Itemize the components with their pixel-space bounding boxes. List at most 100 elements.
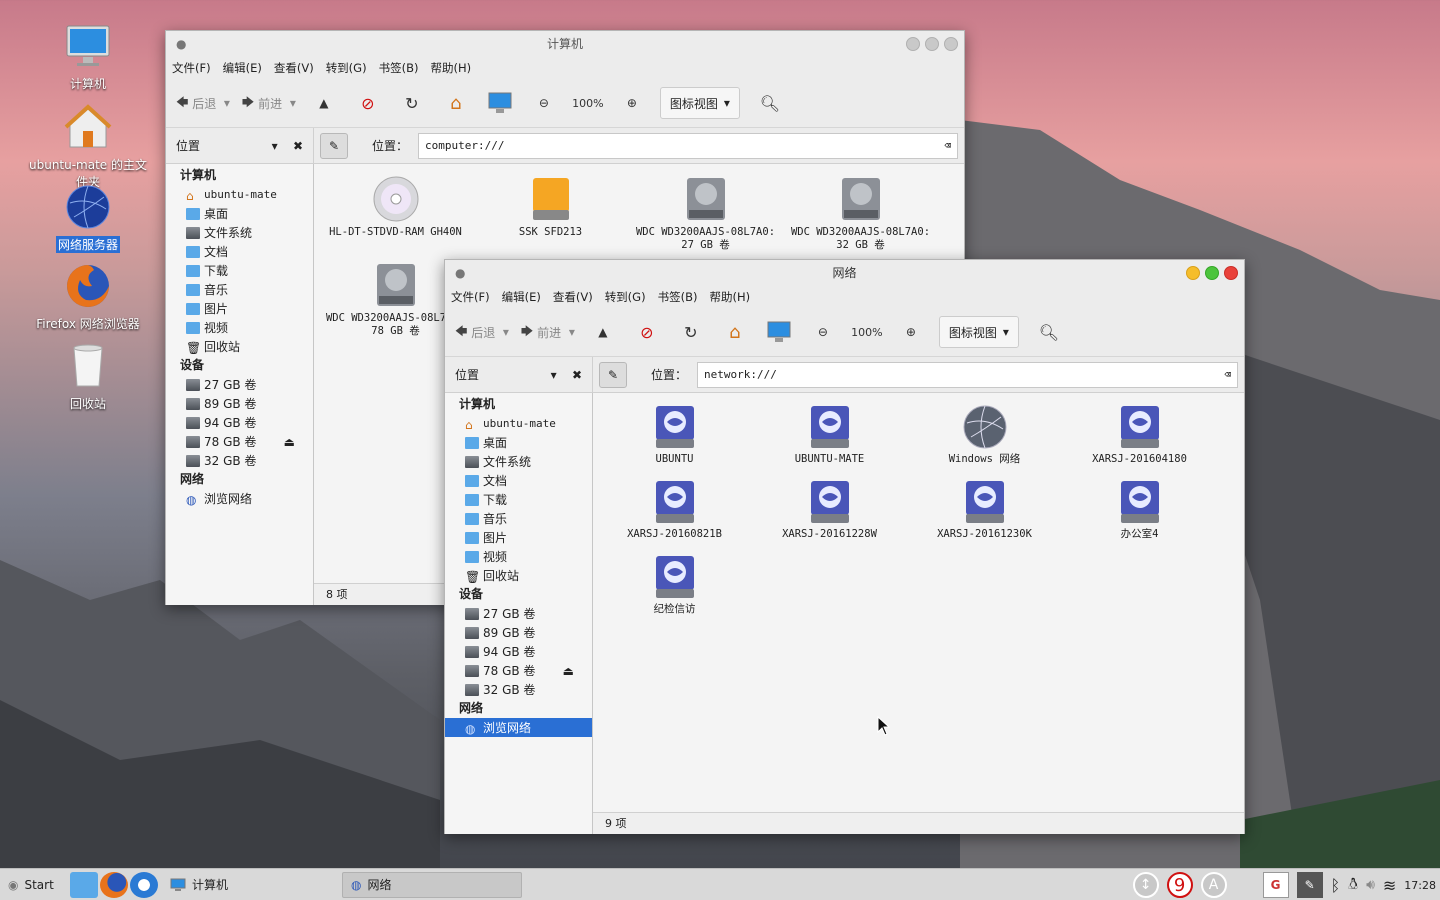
sidebar-item-desktop[interactable]: 桌面 [445, 433, 592, 452]
sidebar-item-videos[interactable]: 视频 [445, 547, 592, 566]
menu-view[interactable]: 查看(V) [553, 289, 593, 305]
sidebar-item-music[interactable]: 音乐 [166, 280, 313, 299]
view-mode-select[interactable]: 图标视图 ▾ [938, 316, 1019, 348]
file-item[interactable]: XARSJ-20160821B [597, 476, 752, 541]
toggle-location-edit-button[interactable]: ✎ [320, 132, 348, 159]
sidebar-item-device[interactable]: 27 GB 卷 [445, 604, 592, 623]
sidebar-item-browse-network[interactable]: ◍ 浏览网络 [445, 718, 592, 737]
zoom-in-button[interactable]: ⊕ [895, 316, 927, 348]
sidebar-item-downloads[interactable]: 下载 [166, 261, 313, 280]
location-input[interactable]: network:/// ⌫ [697, 361, 1238, 388]
file-item[interactable]: SSK SFD213 [473, 174, 628, 252]
eject-icon[interactable]: ⏏ [563, 664, 574, 678]
bluetooth-icon[interactable]: ᛒ [1331, 876, 1341, 895]
toggle-location-edit-button[interactable]: ✎ [599, 361, 627, 388]
file-item[interactable]: UBUNTU-MATE [752, 401, 907, 466]
sidebar-item-device[interactable]: 78 GB 卷 ⏏ [166, 432, 313, 451]
clear-icon[interactable]: ⌫ [1224, 368, 1231, 381]
menu-bookmarks[interactable]: 书签(B) [379, 60, 419, 76]
back-button[interactable]: 🡄 后退 ▾ [176, 87, 230, 119]
browser-launcher-icon[interactable] [130, 871, 158, 898]
chevron-down-icon[interactable]: ▾ [551, 368, 557, 382]
sidebar-item-pictures[interactable]: 图片 [166, 299, 313, 318]
sidebar-item-device[interactable]: 32 GB 卷 [166, 451, 313, 470]
menu-edit[interactable]: 编辑(E) [502, 289, 541, 305]
volume-icon[interactable]: 🔊︎ [1366, 877, 1375, 893]
home-button[interactable]: ⌂ [440, 87, 472, 119]
file-item[interactable]: XARSJ-20161230K [907, 476, 1062, 541]
gmail-icon[interactable]: G [1262, 872, 1289, 898]
input-method-icon[interactable]: A [1200, 872, 1227, 898]
sidebar-item-home[interactable]: ⌂ ubuntu-mate [166, 185, 313, 204]
qq-icon[interactable]: 🐧︎ [1348, 874, 1358, 896]
zoom-out-button[interactable]: ⊖ [528, 87, 560, 119]
search-button[interactable]: 🔍︎ [754, 87, 786, 119]
minimize-button[interactable] [1186, 266, 1200, 280]
sidebar-item-device[interactable]: 94 GB 卷 [166, 413, 313, 432]
menu-go[interactable]: 转到(G) [326, 60, 367, 76]
file-item[interactable]: Windows 网络 [907, 401, 1062, 466]
sidebar-item-device[interactable]: 78 GB 卷 ⏏ [445, 661, 592, 680]
chevron-down-icon[interactable]: ▾ [272, 139, 278, 153]
file-item[interactable]: HL-DT-STDVD-RAM GH40N [318, 174, 473, 252]
file-item[interactable]: XARSJ-201604180 [1062, 401, 1217, 466]
sidebar-item-filesystem[interactable]: 文件系统 [445, 452, 592, 471]
computer-button[interactable] [763, 316, 795, 348]
notification-badge[interactable]: 9 [1166, 872, 1193, 898]
stop-button[interactable]: ⊘ [631, 316, 663, 348]
menu-help[interactable]: 帮助(H) [430, 60, 471, 76]
file-item[interactable]: WDC WD3200AAJS-08L7A0: 27 GB 卷 [628, 174, 783, 252]
reload-button[interactable]: ↻ [396, 87, 428, 119]
taskbar-item-network[interactable]: ◍ 网络 [342, 871, 522, 898]
title-bar[interactable]: ● 计算机 [166, 31, 964, 57]
view-mode-select[interactable]: 图标视图 ▾ [659, 87, 740, 119]
start-button[interactable]: ◉ Start [0, 872, 66, 898]
file-manager-launcher-icon[interactable] [70, 871, 98, 898]
up-button[interactable]: ▲ [308, 87, 340, 119]
menu-file[interactable]: 文件(F) [451, 289, 490, 305]
reload-button[interactable]: ↻ [675, 316, 707, 348]
wifi-icon[interactable]: ≋ [1383, 876, 1396, 895]
sidebar-item-downloads[interactable]: 下载 [445, 490, 592, 509]
file-item[interactable]: UBUNTU [597, 401, 752, 466]
menu-help[interactable]: 帮助(H) [709, 289, 750, 305]
sidebar-mode-label[interactable]: 位置 [176, 137, 200, 154]
menu-go[interactable]: 转到(G) [605, 289, 646, 305]
update-icon[interactable]: ↕ [1132, 872, 1159, 898]
computer-button[interactable] [484, 87, 516, 119]
sidebar-item-trash[interactable]: 🗑︎ 回收站 [166, 337, 313, 356]
close-button[interactable] [944, 37, 958, 51]
maximize-button[interactable] [1205, 266, 1219, 280]
sidebar-item-documents[interactable]: 文档 [166, 242, 313, 261]
sidebar-item-pictures[interactable]: 图片 [445, 528, 592, 547]
desktop-icon-network-servers[interactable]: 网络服务器 [23, 183, 153, 253]
sidebar-item-desktop[interactable]: 桌面 [166, 204, 313, 223]
clear-icon[interactable]: ⌫ [944, 139, 951, 152]
sidebar-item-device[interactable]: 94 GB 卷 [445, 642, 592, 661]
sidebar-item-device[interactable]: 27 GB 卷 [166, 375, 313, 394]
file-item[interactable]: WDC WD3200AAJS-08L7A0: 32 GB 卷 [783, 174, 938, 252]
forward-button[interactable]: 🡆 前进 ▾ [242, 87, 296, 119]
stop-button[interactable]: ⊘ [352, 87, 384, 119]
close-sidebar-icon[interactable]: ✖ [572, 368, 582, 382]
close-button[interactable] [1224, 266, 1238, 280]
file-item[interactable]: 办公室4 [1062, 476, 1217, 541]
file-item[interactable]: 纪检信访 [597, 551, 752, 616]
sidebar-item-documents[interactable]: 文档 [445, 471, 592, 490]
sidebar-item-trash[interactable]: 🗑︎ 回收站 [445, 566, 592, 585]
zoom-in-button[interactable]: ⊕ [616, 87, 648, 119]
sidebar-mode-label[interactable]: 位置 [455, 366, 479, 383]
taskbar-item-computer[interactable]: 计算机 [162, 872, 342, 898]
sidebar-item-videos[interactable]: 视频 [166, 318, 313, 337]
eject-icon[interactable]: ⏏ [284, 435, 295, 449]
sidebar-item-home[interactable]: ⌂ ubuntu-mate [445, 414, 592, 433]
zoom-out-button[interactable]: ⊖ [807, 316, 839, 348]
firefox-launcher-icon[interactable] [100, 871, 128, 898]
desktop-icon-firefox[interactable]: Firefox 网络浏览器 [23, 262, 153, 332]
title-bar[interactable]: ● 网络 [445, 260, 1244, 286]
file-item[interactable]: XARSJ-20161228W [752, 476, 907, 541]
screenshot-tool-icon[interactable]: ✎ [1296, 872, 1323, 898]
close-sidebar-icon[interactable]: ✖ [293, 139, 303, 153]
menu-view[interactable]: 查看(V) [274, 60, 314, 76]
search-button[interactable]: 🔍︎ [1033, 316, 1065, 348]
